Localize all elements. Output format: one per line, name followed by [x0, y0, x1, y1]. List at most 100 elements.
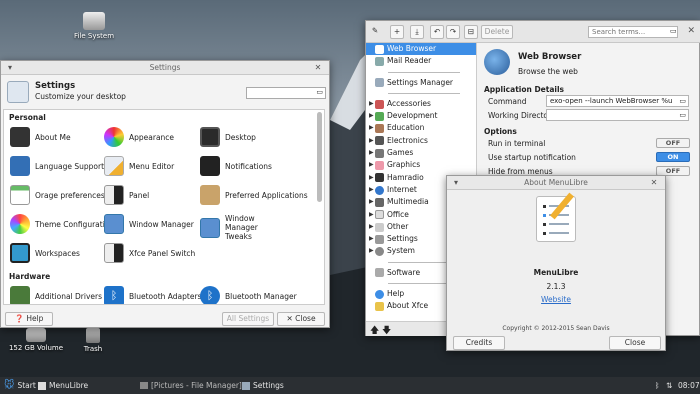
workdir-field[interactable]: ▭: [546, 109, 689, 121]
settings-icon: [242, 381, 250, 390]
settings-icon: [375, 234, 384, 244]
terminal-toggle[interactable]: OFF: [656, 138, 690, 148]
settings-item-desktop[interactable]: Desktop: [200, 127, 256, 147]
close-button[interactable]: ✕ Close: [277, 312, 325, 326]
settings-item-theme-config[interactable]: Theme Configuration: [10, 214, 114, 234]
tree-item-development[interactable]: ▶ Development: [366, 110, 476, 122]
tree-item-games[interactable]: ▶ Games: [366, 147, 476, 159]
add-launcher-button[interactable]: +: [390, 25, 404, 39]
settings-item-bluetooth-adapters[interactable]: ᛒ Bluetooth Adapters: [104, 286, 201, 304]
close-icon[interactable]: ✕: [687, 26, 695, 36]
settings-item-notifications[interactable]: Notifications: [200, 156, 272, 176]
redo-button[interactable]: ↷: [446, 25, 460, 39]
taskbar-item-settings[interactable]: Settings: [242, 377, 284, 394]
close-icon[interactable]: ✕: [649, 178, 659, 188]
settings-item-panel[interactable]: Panel: [104, 185, 149, 205]
about-close-button[interactable]: Close: [609, 336, 661, 350]
settings-item-wm-tweaks[interactable]: Window Manager Tweaks: [200, 214, 285, 241]
drive-icon: [83, 12, 105, 30]
revert-button[interactable]: ⊟: [464, 25, 478, 39]
settings-icon: [375, 78, 384, 88]
about-titlebar[interactable]: ▾ About MenuLibre ✕: [447, 176, 665, 190]
desktop-icon-trash[interactable]: Trash: [76, 328, 110, 353]
launcher-comment[interactable]: Browse the web: [518, 67, 578, 76]
window-menu-icon[interactable]: ▾: [5, 63, 15, 73]
tray-bluetooth-icon[interactable]: ᛒ: [655, 377, 660, 394]
internet-icon: [375, 185, 384, 195]
separator: [388, 71, 460, 73]
settings-window: ▾ Settings ✕ Settings Customize your des…: [0, 60, 330, 328]
graphics-icon: [375, 161, 384, 171]
option-label: Run in terminal: [488, 139, 546, 148]
tree-item-electronics[interactable]: ▶ Electronics: [366, 135, 476, 147]
launcher-name[interactable]: Web Browser: [518, 52, 581, 62]
settings-item-bluetooth-manager[interactable]: ᛒ Bluetooth Manager: [200, 286, 297, 304]
tree-item-education[interactable]: ▶ Education: [366, 122, 476, 134]
settings-item-preferred-apps[interactable]: Preferred Applications: [200, 185, 308, 205]
bottom-panel: 🐭 Start MenuLibre [Pictures - File Manag…: [0, 377, 700, 394]
save-button[interactable]: ⤓: [410, 25, 424, 39]
panel-switch-icon: [104, 243, 124, 263]
system-icon: [375, 247, 384, 257]
settings-app-icon: [7, 81, 29, 103]
settings-item-additional-drivers[interactable]: Additional Drivers: [10, 286, 102, 304]
tree-item-accessories[interactable]: ▶ Accessories: [366, 98, 476, 110]
desktop-icon-volume[interactable]: 152 GB Volume: [8, 328, 64, 352]
window-menu-icon[interactable]: ▾: [451, 178, 461, 188]
taskbar-item-file-manager[interactable]: [Pictures - File Manager]: [140, 377, 242, 394]
accessories-icon: [375, 99, 384, 109]
settings-item-window-manager[interactable]: Window Manager: [104, 214, 194, 234]
monitor-icon: [200, 127, 220, 147]
folder-icon: [140, 382, 148, 389]
settings-item-orage[interactable]: Orage preferences: [10, 185, 105, 205]
electronics-icon: [375, 136, 384, 146]
browse-icon[interactable]: ▭: [679, 96, 686, 106]
settings-item-workspaces[interactable]: Workspaces: [10, 243, 80, 263]
tree-item-web-browser[interactable]: Web Browser: [366, 43, 476, 56]
help-button[interactable]: ❓ Help: [5, 312, 53, 326]
move-up-button[interactable]: 🡅: [370, 323, 379, 339]
settings-titlebar[interactable]: ▾ Settings ✕: [1, 61, 329, 75]
undo-button[interactable]: ↶: [430, 25, 444, 39]
delete-button[interactable]: Delete: [481, 25, 513, 39]
desktop-icon-filesystem[interactable]: File System: [72, 12, 116, 40]
settings-search-input[interactable]: ▭: [246, 87, 326, 99]
credits-button[interactable]: Credits: [453, 336, 505, 350]
settings-item-about-me[interactable]: About Me: [10, 127, 71, 147]
all-settings-button[interactable]: All Settings: [222, 312, 274, 326]
settings-item-panel-switch[interactable]: Xfce Panel Switch: [104, 243, 195, 263]
about-version: 2.1.3: [546, 282, 566, 291]
tray-network-icon[interactable]: ⇅: [666, 377, 672, 394]
panel-clock[interactable]: 08:07: [678, 377, 700, 394]
settings-scrollbar[interactable]: [317, 112, 322, 202]
app-menu-button[interactable]: ✎: [368, 25, 382, 39]
tree-item-graphics[interactable]: ▶ Graphics: [366, 159, 476, 171]
taskbar-item-menulibre[interactable]: MenuLibre: [38, 377, 88, 394]
settings-item-language-support[interactable]: Language Support: [10, 156, 104, 176]
startup-notify-toggle[interactable]: ON: [656, 152, 690, 162]
close-icon[interactable]: ✕: [313, 63, 323, 73]
browse-icon[interactable]: ▭: [679, 110, 686, 120]
panel-icon: [104, 185, 124, 205]
search-input[interactable]: [588, 26, 678, 38]
xfce-mouse-icon: 🐭: [4, 380, 15, 391]
education-icon: [375, 124, 384, 134]
settings-item-menu-editor[interactable]: Menu Editor: [104, 156, 174, 176]
about-copyright: Copyright © 2012-2015 Sean Davis: [502, 325, 610, 332]
tree-item-mail-reader[interactable]: Mail Reader: [366, 55, 476, 67]
command-field[interactable]: exo-open --launch WebBrowser %u ▭: [546, 95, 689, 107]
bluetooth-icon: ᛒ: [200, 286, 220, 304]
search-icon: ▭: [670, 27, 677, 35]
separator: [388, 92, 460, 94]
launcher-icon[interactable]: [484, 49, 510, 75]
tree-item-settings-manager[interactable]: Settings Manager: [366, 77, 476, 89]
preferred-apps-icon: [200, 185, 220, 205]
workspaces-icon: [10, 243, 30, 263]
settings-content: Personal About Me Appearance Desktop Lan…: [3, 109, 325, 305]
move-down-button[interactable]: 🡇: [382, 323, 391, 339]
start-button[interactable]: 🐭 Start: [4, 377, 36, 394]
settings-item-appearance[interactable]: Appearance: [104, 127, 174, 147]
search-icon: ▭: [316, 88, 323, 96]
about-website-link[interactable]: Website: [447, 295, 665, 304]
notification-icon: [200, 156, 220, 176]
